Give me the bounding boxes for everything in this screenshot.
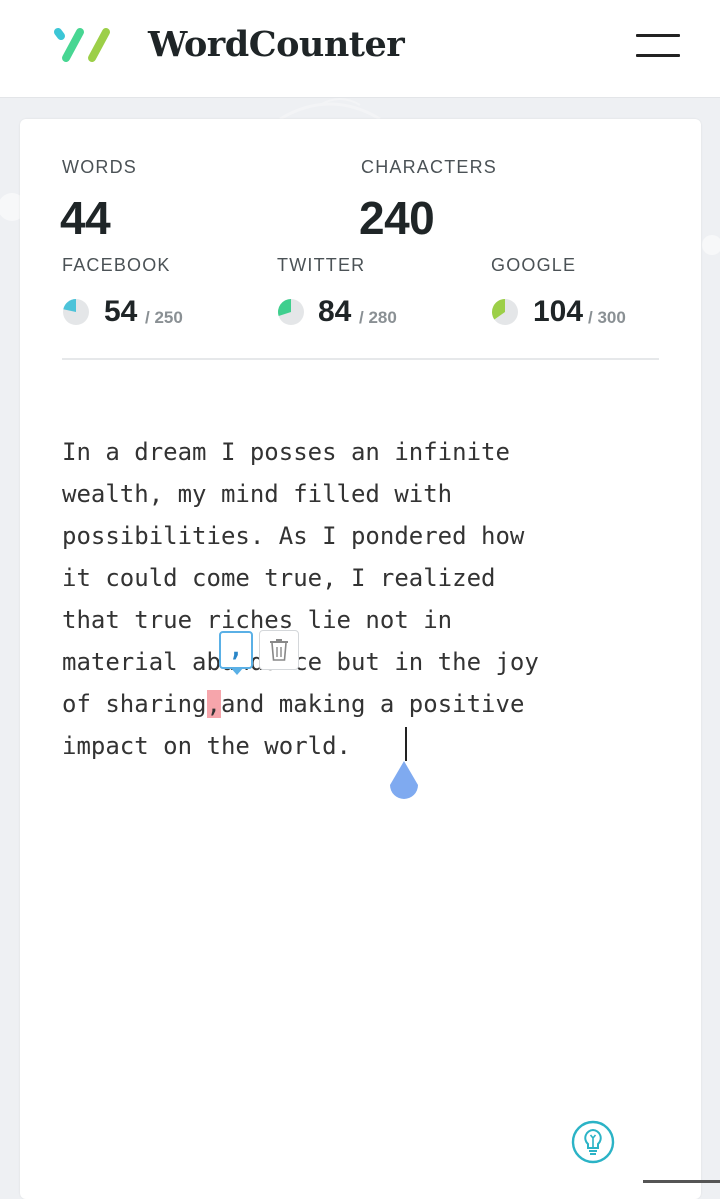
editor-line: material abundance but in the joy <box>62 648 539 676</box>
editor-card: WORDS 44 CHARACTERS 240 FACEBOOK 54 / 25… <box>20 119 701 1199</box>
top-bar: WordCounter <box>0 0 720 98</box>
cursor-drag-handle[interactable] <box>386 759 422 805</box>
characters-count: 240 <box>359 192 435 244</box>
comma-suggestion-button[interactable]: , <box>219 631 253 669</box>
twitter-pie-icon <box>278 299 304 325</box>
brand-name[interactable]: WordCounter <box>148 24 405 65</box>
twitter-limit: / 280 <box>359 308 397 327</box>
editor-line: In a dream I posses an infinite <box>62 438 510 466</box>
menu-bar-bottom <box>636 54 680 57</box>
text-cursor <box>405 727 407 761</box>
text-editor[interactable]: In a dream I posses an infinite wealth, … <box>62 431 662 767</box>
stats-divider <box>62 358 659 360</box>
twitter-count: 84 <box>318 295 352 328</box>
trash-icon <box>270 639 288 661</box>
menu-bar-top <box>636 34 680 37</box>
lightbulb-icon[interactable] <box>571 1120 615 1164</box>
suggestion-pointer <box>230 667 244 675</box>
delete-suggestion-button[interactable] <box>259 630 299 670</box>
twitter-label: TWITTER <box>277 255 366 275</box>
words-count: 44 <box>60 192 111 244</box>
editor-line: it could come true, I realized <box>62 564 496 592</box>
editor-line: impact on the world. <box>62 732 351 760</box>
google-limit: / 300 <box>588 308 626 327</box>
google-label: GOOGLE <box>491 255 577 275</box>
facebook-limit: / 250 <box>145 308 183 327</box>
editor-line: that true riches lie not in <box>62 606 453 634</box>
editor-line: possibilities. As I pondered how <box>62 522 525 550</box>
characters-label: CHARACTERS <box>361 157 498 177</box>
editor-text-segment: of sharing <box>62 690 207 718</box>
editor-text-segment: and making a positive <box>220 690 525 718</box>
google-pie-icon <box>492 299 518 325</box>
facebook-label: FACEBOOK <box>62 255 171 275</box>
words-label: WORDS <box>62 157 137 177</box>
editor-line: of sharing,and making a positive <box>62 683 662 725</box>
flagged-comma[interactable]: , <box>206 690 221 718</box>
hamburger-menu-button[interactable] <box>632 30 684 62</box>
facebook-count: 54 <box>104 295 138 328</box>
editor-line: wealth, my mind filled with <box>62 480 453 508</box>
wordcounter-logo-icon[interactable] <box>52 24 116 66</box>
google-count: 104 <box>533 295 584 328</box>
facebook-pie-icon <box>63 299 89 325</box>
